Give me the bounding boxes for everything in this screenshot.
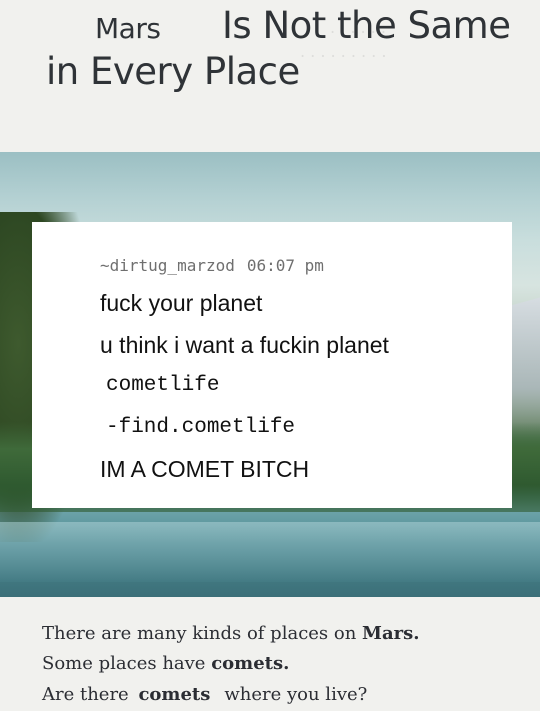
post-header: ~dirtug_marzod 06:07 pm: [100, 256, 324, 275]
post-line-3: cometlife: [106, 374, 220, 397]
lake: [0, 522, 540, 582]
caption-bold: comets: [138, 684, 211, 705]
caption-line-2: Some places have comets.: [42, 653, 289, 674]
caption-bold: Mars.: [362, 623, 420, 644]
post-username[interactable]: ~dirtug_marzod: [100, 256, 235, 275]
chat-post-card: ~dirtug_marzod 06:07 pm fuck your planet …: [32, 222, 512, 508]
caption-text: Some places have: [42, 653, 212, 674]
post-timestamp: 06:07 pm: [246, 256, 324, 275]
post-line-5: IM A COMET BITCH: [100, 456, 310, 482]
caption-bold: comets.: [211, 653, 290, 674]
caption-text: where you live?: [224, 684, 368, 705]
post-line-2: u think i want a fuckin planet: [100, 332, 389, 358]
post-line-4: -find.cometlife: [106, 416, 296, 439]
page-title-line1: Is Not the Same: [222, 4, 511, 47]
post-line-1: fuck your planet: [100, 290, 263, 316]
page-title-word-mars: Mars: [95, 12, 161, 45]
page-title-line2: in Every Place: [46, 50, 300, 93]
caption-text: Are there: [42, 684, 135, 705]
caption-text: There are many kinds of places on: [42, 623, 363, 644]
caption-line-3: Are there comets where you live?: [42, 684, 367, 705]
caption-line-1: There are many kinds of places on Mars.: [42, 623, 420, 644]
